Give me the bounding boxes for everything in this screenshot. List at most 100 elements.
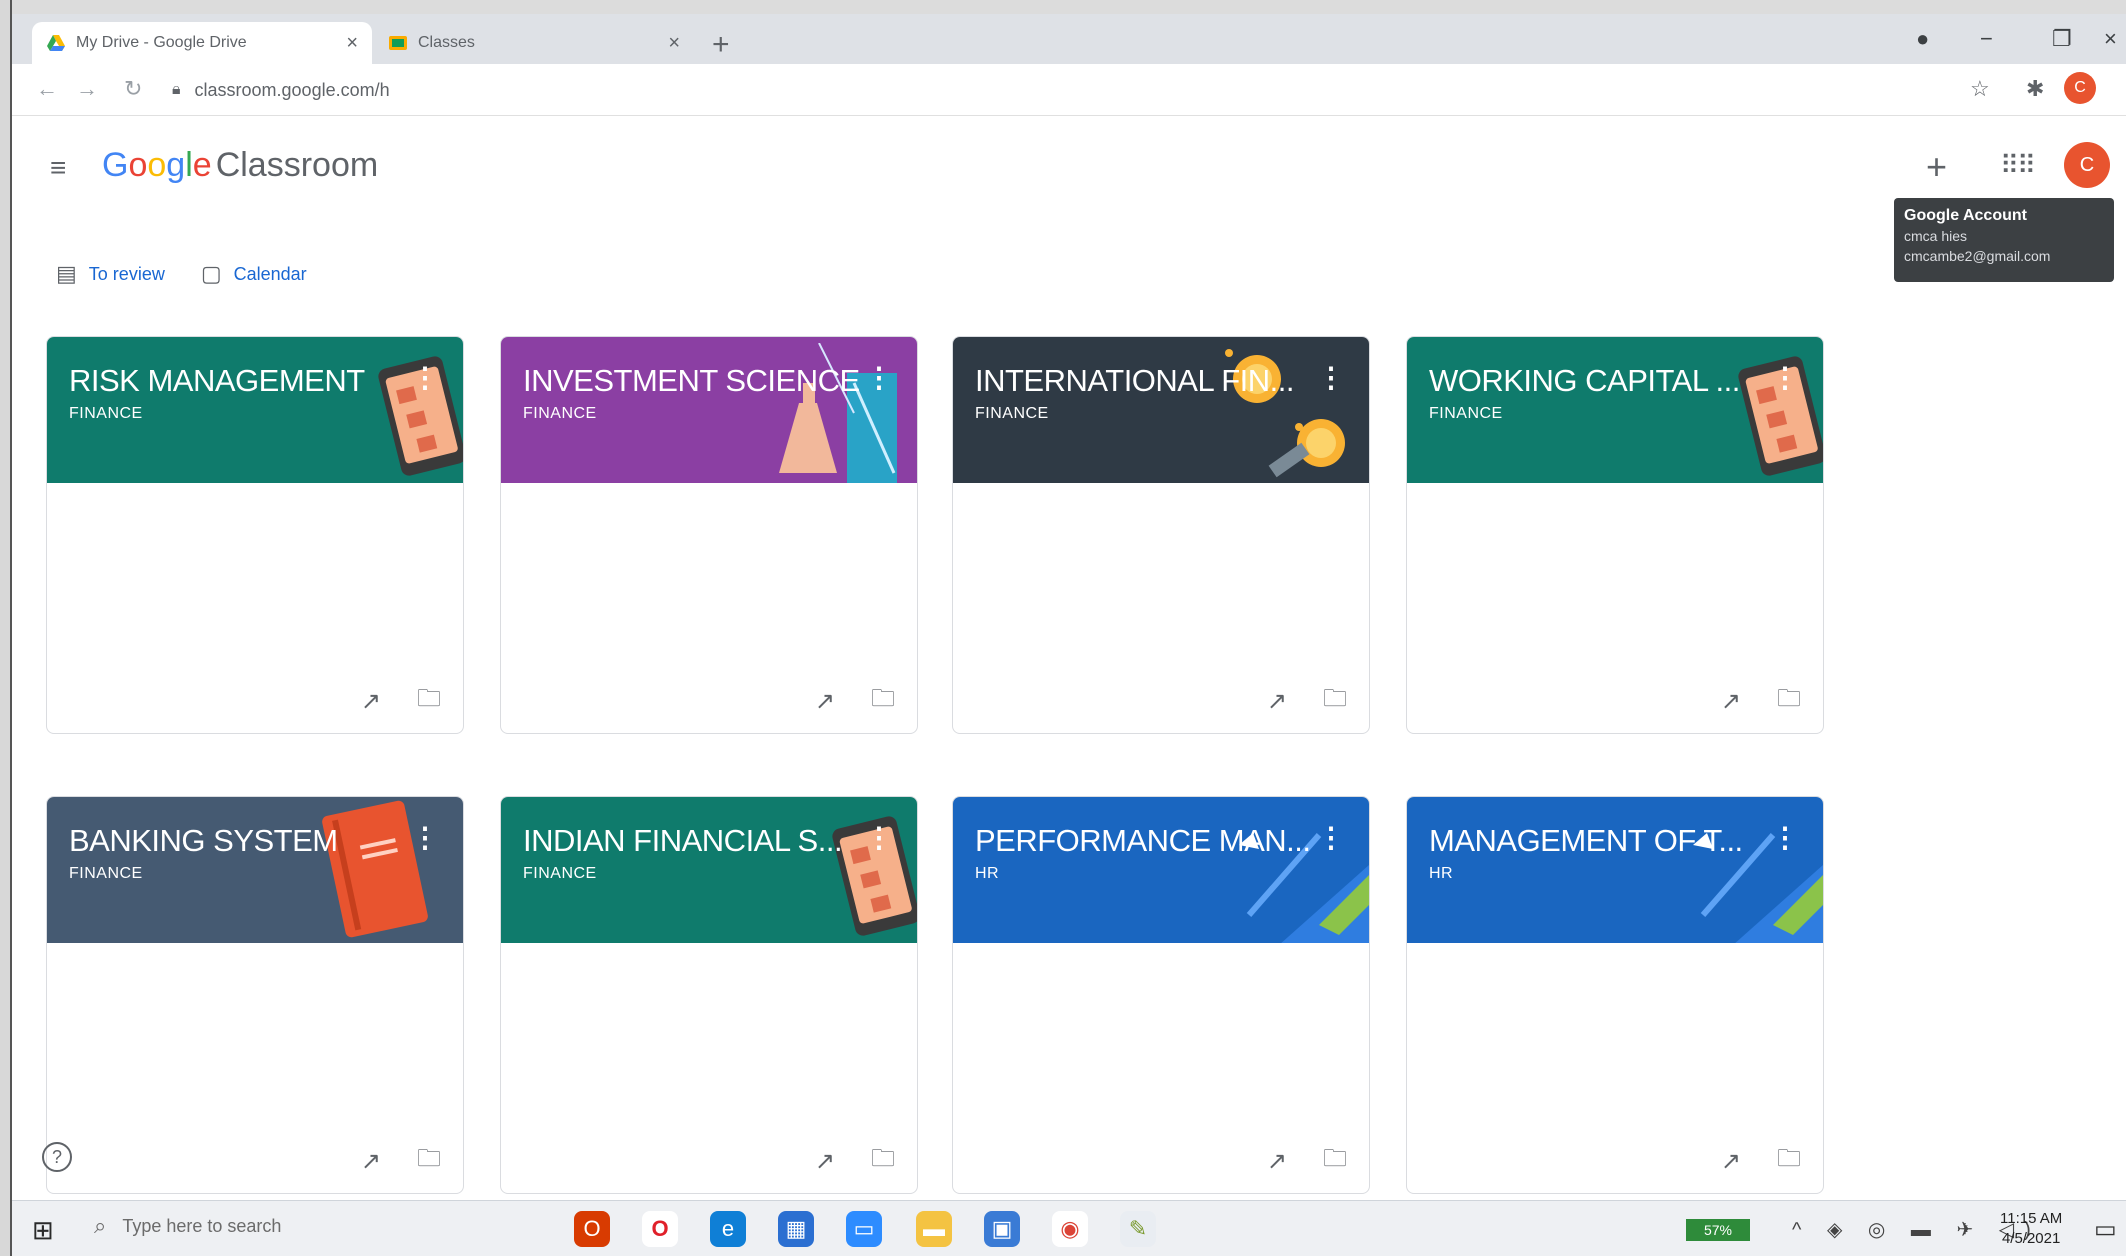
class-card-header[interactable]: PERFORMANCE MAN... HR ⋮ [953, 797, 1369, 943]
more-options-icon[interactable]: ⋮ [1317, 821, 1345, 854]
gradebook-trend-icon[interactable]: ↗ [815, 1147, 835, 1176]
class-title[interactable]: INDIAN FINANCIAL S... [523, 823, 895, 859]
account-tooltip: Google Account cmca hies cmcambe2@gmail.… [1894, 198, 2114, 282]
class-title[interactable]: PERFORMANCE MAN... [975, 823, 1347, 859]
class-title[interactable]: INTERNATIONAL FIN... [975, 363, 1347, 399]
class-card[interactable]: INVESTMENT SCIENCE FINANCE ⋮ ↗ 🗀︎ [500, 336, 918, 734]
browser-tab-classroom[interactable]: Classes × [374, 22, 694, 64]
logo-letter: o [128, 146, 148, 184]
class-folder-icon[interactable]: 🗀︎ [871, 1141, 895, 1182]
class-card-header[interactable]: INDIAN FINANCIAL S... FINANCE ⋮ [501, 797, 917, 943]
class-card[interactable]: INDIAN FINANCIAL S... FINANCE ⋮ ↗ 🗀︎ [500, 796, 918, 1194]
class-folder-icon[interactable]: 🗀︎ [417, 681, 441, 722]
extensions-puzzle-icon[interactable]: ✱ [2026, 76, 2044, 102]
class-card[interactable]: MANAGEMENT OF T... HR ⋮ ↗ 🗀︎ [1406, 796, 1824, 1194]
office-app-icon[interactable]: O [574, 1211, 610, 1247]
maximize-icon[interactable]: ❐ [2052, 26, 2072, 52]
class-folder-icon[interactable]: 🗀︎ [1777, 1141, 1801, 1182]
class-card[interactable]: WORKING CAPITAL ... FINANCE ⋮ ↗ 🗀︎ [1406, 336, 1824, 734]
more-options-icon[interactable]: ⋮ [865, 821, 893, 854]
chrome-app-icon[interactable]: ◉ [1052, 1211, 1088, 1247]
file-explorer-icon[interactable]: ▬ [916, 1211, 952, 1247]
opera-app-icon[interactable]: O [642, 1211, 678, 1247]
calendar-link[interactable]: ▢ Calendar [201, 261, 307, 287]
class-card-header[interactable]: INVESTMENT SCIENCE FINANCE ⋮ [501, 337, 917, 483]
class-card[interactable]: BANKING SYSTEM FINANCE ⋮ ↗ 🗀︎ [46, 796, 464, 1194]
more-options-icon[interactable]: ⋮ [1317, 361, 1345, 394]
windows-taskbar: ⊞ ⌕ Type here to search O O e ▦ ▭ ▬ ▣ ◉ … [12, 1200, 2126, 1256]
class-folder-icon[interactable]: 🗀︎ [1777, 681, 1801, 722]
close-window-icon[interactable]: × [2104, 26, 2117, 52]
forward-icon[interactable]: → [76, 76, 98, 102]
gradebook-trend-icon[interactable]: ↗ [1721, 687, 1741, 716]
browser-tab-strip: My Drive - Google Drive × Classes × + ● … [12, 14, 2126, 64]
notification-icon[interactable]: ▭ [2094, 1215, 2117, 1244]
new-tab-icon[interactable]: + [712, 28, 730, 62]
class-folder-icon[interactable]: 🗀︎ [417, 1141, 441, 1182]
class-title[interactable]: MANAGEMENT OF T... [1429, 823, 1801, 859]
tab-title: My Drive - Google Drive [76, 34, 247, 51]
class-title[interactable]: RISK MANAGEMENT [69, 363, 441, 399]
class-folder-icon[interactable]: 🗀︎ [1323, 681, 1347, 722]
class-folder-icon[interactable]: 🗀︎ [1323, 1141, 1347, 1182]
class-title[interactable]: WORKING CAPITAL ... [1429, 363, 1801, 399]
address-bar-row: ← → ↻ 🔒︎ classroom.google.com/h ☆ ✱ C [12, 64, 2126, 116]
more-options-icon[interactable]: ⋮ [865, 361, 893, 394]
close-tab-icon[interactable]: × [346, 32, 358, 55]
main-menu-icon[interactable]: ≡ [50, 152, 66, 184]
bookmark-star-icon[interactable]: ☆ [1970, 76, 1990, 102]
browser-tab-drive[interactable]: My Drive - Google Drive × [32, 22, 372, 64]
class-card-actions: ↗ 🗀︎ [1407, 1129, 1823, 1193]
edge-app-icon[interactable]: e [710, 1211, 746, 1247]
class-card[interactable]: RISK MANAGEMENT FINANCE ⋮ ↗ 🗀︎ [46, 336, 464, 734]
browser-profile-avatar[interactable]: C [2064, 72, 2096, 104]
gradebook-trend-icon[interactable]: ↗ [815, 687, 835, 716]
minimize-icon[interactable]: − [1980, 26, 1993, 52]
gradebook-trend-icon[interactable]: ↗ [1267, 1147, 1287, 1176]
gradebook-trend-icon[interactable]: ↗ [361, 687, 381, 716]
class-title[interactable]: BANKING SYSTEM [69, 823, 441, 859]
taskbar-clock[interactable]: 11:15 AM 4/5/2021 [2000, 1209, 2062, 1249]
class-section: HR [1429, 865, 1454, 882]
drive-favicon-icon [46, 33, 66, 53]
reload-icon[interactable]: ↻ [124, 76, 142, 102]
google-account-avatar[interactable]: C [2064, 142, 2110, 188]
class-card-header[interactable]: MANAGEMENT OF T... HR ⋮ [1407, 797, 1823, 943]
calculator-app-icon[interactable]: ▦ [778, 1211, 814, 1247]
class-card-actions: ↗ 🗀︎ [953, 1129, 1369, 1193]
to-review-link[interactable]: ▤ To review [56, 261, 165, 287]
media-app-icon[interactable]: ▣ [984, 1211, 1020, 1247]
search-icon: ⌕ [94, 1213, 107, 1238]
class-folder-icon[interactable]: 🗀︎ [871, 681, 895, 722]
class-title[interactable]: INVESTMENT SCIENCE [523, 363, 895, 399]
gradebook-trend-icon[interactable]: ↗ [1267, 687, 1287, 716]
gradebook-trend-icon[interactable]: ↗ [1721, 1147, 1741, 1176]
class-card-header[interactable]: RISK MANAGEMENT FINANCE ⋮ [47, 337, 463, 483]
google-classroom-logo[interactable]: Google Classroom [102, 146, 378, 185]
paint-app-icon[interactable]: ✎ [1120, 1211, 1156, 1247]
extension-icon[interactable]: ● [1916, 26, 1929, 52]
more-options-icon[interactable]: ⋮ [1771, 821, 1799, 854]
class-card-header[interactable]: BANKING SYSTEM FINANCE ⋮ [47, 797, 463, 943]
create-join-class-button[interactable]: + [1926, 146, 1947, 188]
more-options-icon[interactable]: ⋮ [411, 821, 439, 854]
windows-start-icon[interactable]: ⊞ [32, 1215, 54, 1246]
zoom-app-icon[interactable]: ▭ [846, 1211, 882, 1247]
url-field[interactable]: 🔒︎ classroom.google.com/h [172, 72, 1952, 108]
class-card-header[interactable]: INTERNATIONAL FIN... FINANCE ⋮ [953, 337, 1369, 483]
more-options-icon[interactable]: ⋮ [1771, 361, 1799, 394]
photo-border-top [0, 0, 2126, 14]
class-card-header[interactable]: WORKING CAPITAL ... FINANCE ⋮ [1407, 337, 1823, 483]
tooltip-email: cmcambe2@gmail.com [1904, 248, 2051, 264]
class-card[interactable]: INTERNATIONAL FIN... FINANCE ⋮ ↗ 🗀︎ [952, 336, 1370, 734]
help-icon[interactable]: ? [42, 1142, 72, 1172]
gradebook-trend-icon[interactable]: ↗ [361, 1147, 381, 1176]
back-icon[interactable]: ← [36, 76, 58, 102]
google-apps-grid-icon[interactable]: ⠿⠿ [2000, 150, 2036, 181]
class-card[interactable]: PERFORMANCE MAN... HR ⋮ ↗ 🗀︎ [952, 796, 1370, 1194]
product-name: Classroom [215, 146, 379, 184]
battery-indicator[interactable]: 57% [1686, 1219, 1750, 1241]
taskbar-search-box[interactable]: ⌕ Type here to search [94, 1213, 281, 1239]
more-options-icon[interactable]: ⋮ [411, 361, 439, 394]
close-tab-icon[interactable]: × [668, 32, 680, 55]
